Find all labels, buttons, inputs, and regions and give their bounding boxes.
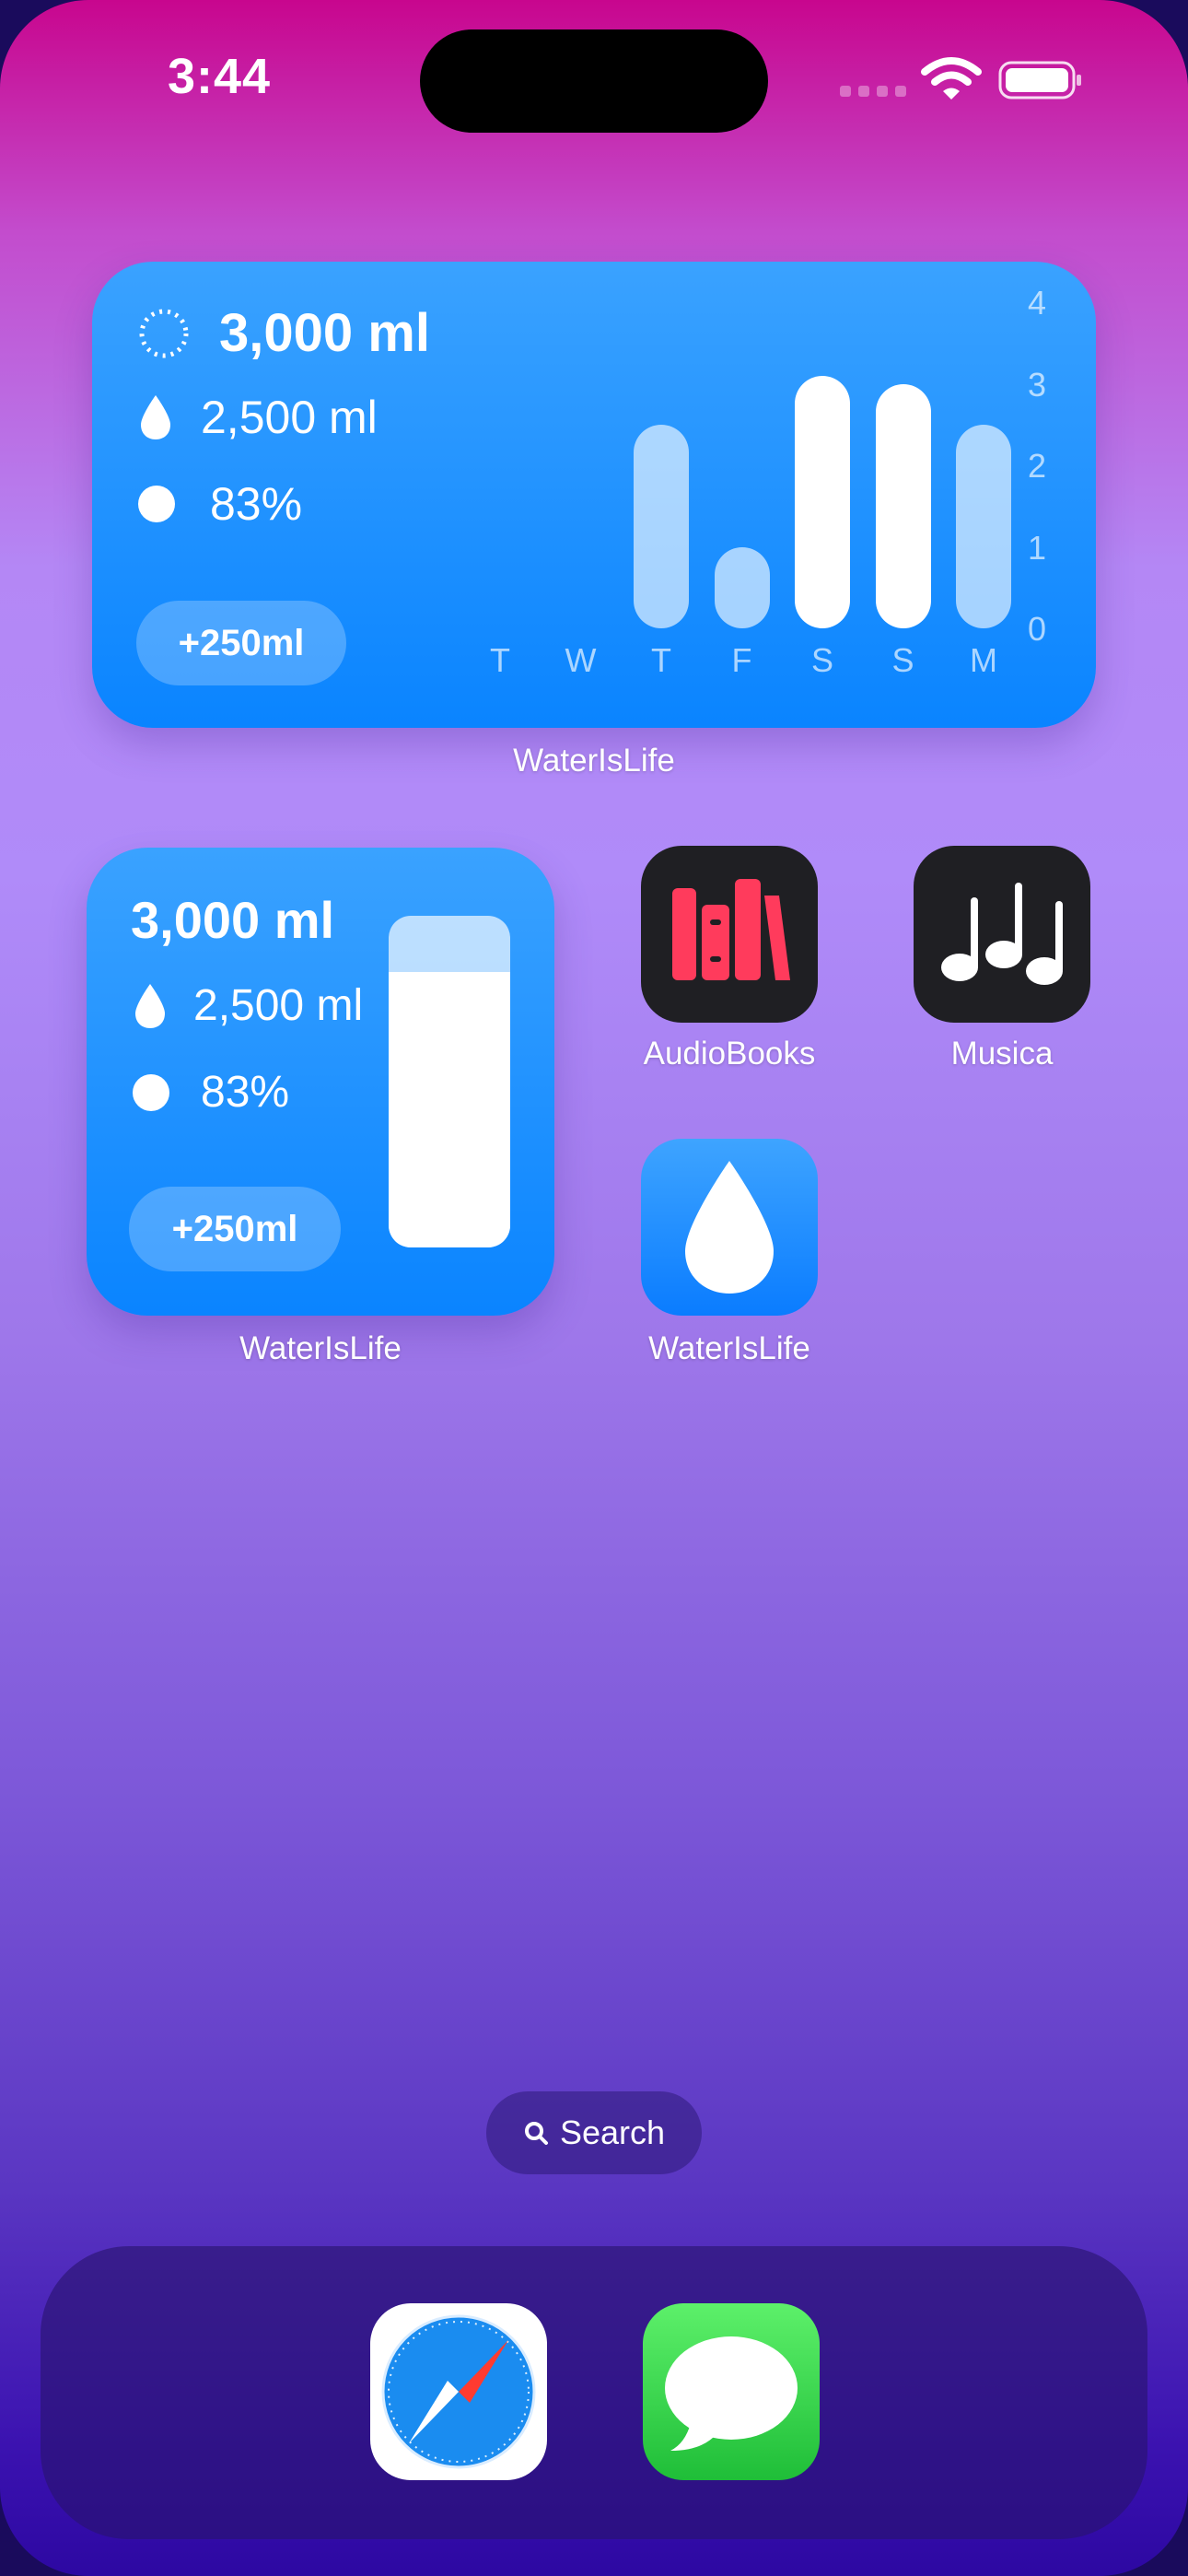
small-add-250ml-button[interactable]: +250ml — [129, 1187, 341, 1271]
musica-app-icon[interactable] — [914, 846, 1090, 1023]
small-intake-value: 2,500 ml — [193, 981, 364, 1030]
battery-icon — [998, 61, 1081, 100]
small-percent-value: 83% — [201, 1068, 290, 1117]
chart-x-tick: W — [565, 641, 597, 679]
goal-ring-icon — [139, 309, 189, 357]
status-time: 3:44 — [168, 49, 272, 104]
small-intake-row: 2,500 ml — [133, 980, 363, 1031]
chart-y-tick: 1 — [1028, 528, 1047, 567]
percent-value: 83% — [210, 478, 303, 530]
water-drop-icon — [135, 983, 165, 1028]
wifi-icon — [921, 57, 982, 100]
chart-y-tick: 0 — [1028, 610, 1047, 648]
music-notes-icon — [941, 883, 1063, 985]
waterislife-app-icon[interactable] — [641, 1139, 818, 1316]
chart-y-tick: 4 — [1028, 284, 1047, 322]
intake-value: 2,500 ml — [201, 392, 378, 443]
chart-bar — [795, 375, 850, 628]
safari-icon — [381, 2314, 536, 2469]
chart-bar — [956, 424, 1011, 628]
chart-y-tick: 3 — [1028, 365, 1047, 404]
search-label: Search — [559, 2113, 666, 2151]
audiobooks-label: AudioBooks — [643, 1036, 816, 1071]
search-icon — [524, 2122, 548, 2145]
progress-dot-icon — [138, 486, 175, 522]
widget-label-large: WaterIsLife — [513, 743, 675, 779]
waterislife-label: WaterIsLife — [648, 1330, 810, 1366]
add-250ml-button[interactable]: +250ml — [136, 601, 346, 685]
chart-x-tick: T — [651, 641, 671, 679]
goal-row: 3,000 ml — [138, 302, 430, 364]
goal-value: 3,000 ml — [219, 303, 430, 363]
widget-label-small: WaterIsLife — [239, 1330, 402, 1366]
cellular-signal-icon — [840, 86, 906, 97]
chart-bar — [875, 383, 931, 628]
audiobooks-app-icon[interactable] — [641, 846, 818, 1023]
musica-label: Musica — [950, 1036, 1054, 1071]
safari-app-icon[interactable] — [370, 2303, 547, 2480]
search-button[interactable]: Search — [486, 2091, 702, 2174]
chart-y-tick: 2 — [1028, 447, 1047, 485]
water-widget-large[interactable]: 3,000 ml 2,500 ml 83% +250ml T W T F S S M 4 3 2 1… — [92, 262, 1096, 728]
chart-x-tick: S — [810, 641, 833, 679]
percent-row: 83% — [138, 477, 302, 531]
small-goal-value: 3,000 ml — [131, 891, 335, 949]
messages-icon — [665, 2336, 798, 2451]
small-goal-row: 3,000 ml — [131, 890, 334, 950]
chart-x-tick: S — [891, 641, 914, 679]
small-percent-row: 83% — [133, 1067, 289, 1118]
bottle-fill — [389, 972, 510, 1247]
water-drop-icon — [685, 1161, 774, 1294]
messages-app-icon[interactable] — [643, 2303, 820, 2480]
water-drop-icon — [141, 395, 170, 439]
dock — [41, 2246, 1147, 2539]
bottle-progress — [389, 916, 510, 1247]
intake-row: 2,500 ml — [138, 391, 378, 444]
dynamic-island — [420, 29, 768, 133]
chart-x-tick: F — [731, 641, 752, 679]
chart-bar — [634, 424, 689, 628]
chart-x-tick: T — [490, 641, 510, 679]
books-icon — [672, 879, 790, 980]
home-screen: 3:44 3,000 ml 2,500 ml 83% +250ml T W T … — [0, 0, 1188, 2576]
chart-x-tick: M — [970, 641, 997, 679]
progress-dot-icon — [133, 1073, 169, 1111]
chart-bar — [714, 546, 770, 628]
